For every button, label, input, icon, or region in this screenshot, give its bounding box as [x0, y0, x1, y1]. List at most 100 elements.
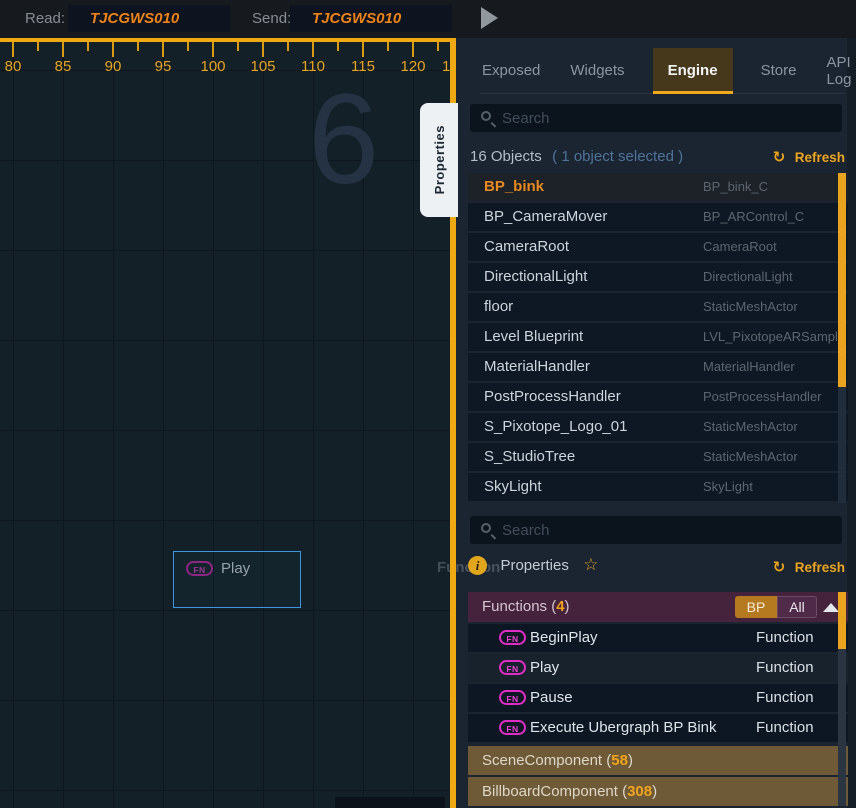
fn-badge-icon: FN [499, 690, 526, 705]
tab-widgets[interactable]: Widgets [568, 48, 626, 93]
properties-scrollbar-thumb[interactable] [838, 592, 846, 649]
tab-exposed[interactable]: Exposed [480, 48, 542, 93]
watermark-digit: 6 [308, 76, 379, 204]
billboardcomponent-section-header[interactable]: BillboardComponent (308) [468, 777, 848, 806]
object-class: LVL_PixotopeARSample.. [703, 329, 843, 344]
object-name: floor [484, 298, 513, 315]
filter-all-button[interactable]: All [777, 596, 817, 618]
fn-badge-icon: FN [499, 660, 526, 675]
tab-engine[interactable]: Engine [653, 48, 733, 93]
read-input[interactable] [68, 5, 230, 32]
object-name: PostProcessHandler [484, 388, 621, 405]
function-type: Function [756, 689, 814, 706]
scenecomponent-section-header[interactable]: SceneComponent (58) [468, 746, 848, 775]
info-icon[interactable]: i [468, 556, 487, 575]
star-icon[interactable]: ☆ [583, 555, 598, 575]
tab-api-log[interactable]: API Log [824, 48, 853, 93]
objects-scrollbar[interactable] [838, 173, 846, 503]
properties-side-tab-label: Properties [432, 125, 447, 194]
object-row[interactable]: floor StaticMeshActor [468, 293, 848, 321]
section-title: SceneComponent (58) [482, 752, 633, 769]
function-type: Function [756, 659, 814, 676]
function-name: Execute Ubergraph BP Bink [530, 719, 717, 736]
object-name: S_Pixotope_Logo_01 [484, 418, 627, 435]
canvas-bottom-shape [335, 797, 445, 808]
functions-list: FN BeginPlay Function FN Play Function F… [468, 624, 848, 744]
function-name: Pause [530, 689, 573, 706]
function-row[interactable]: FN Play Function [468, 654, 848, 682]
functions-section-header[interactable]: Functions (4) BP All [468, 592, 848, 622]
objects-count: 16 Objects [470, 148, 542, 165]
function-name: BeginPlay [530, 629, 598, 646]
tab-store[interactable]: Store [759, 48, 799, 93]
ruler-label: 100 [200, 58, 225, 75]
properties-side-tab[interactable]: Properties [420, 103, 458, 217]
ruler-label: 105 [250, 58, 275, 75]
viewport-canvas[interactable]: 80 85 90 95 100 105 110 115 120 1 6 FN P… [0, 42, 450, 808]
object-name: Level Blueprint [484, 328, 583, 345]
objects-scrollbar-thumb[interactable] [838, 173, 846, 387]
function-row[interactable]: FN Pause Function [468, 684, 848, 712]
object-row[interactable]: MaterialHandler MaterialHandler [468, 353, 848, 381]
object-row[interactable]: S_StudioTree StaticMeshActor [468, 443, 848, 471]
collapse-arrow-icon[interactable] [823, 603, 839, 612]
search-icon [481, 111, 491, 121]
object-row[interactable]: BP_CameraMover BP_ARControl_C [468, 203, 848, 231]
engine-panel: Exposed Widgets Engine Store API Log 16 … [456, 38, 856, 808]
object-name: DirectionalLight [484, 268, 587, 285]
properties-header: i Properties ☆ ↻ Refresh [468, 555, 846, 581]
object-row[interactable]: CameraRoot CameraRoot [468, 233, 848, 261]
properties-search[interactable] [470, 516, 842, 544]
refresh-icon: ↻ [773, 148, 786, 166]
objects-refresh-button[interactable]: ↻ Refresh [773, 148, 845, 167]
object-row[interactable]: Level Blueprint LVL_PixotopeARSample.. [468, 323, 848, 351]
search-icon [481, 523, 491, 533]
send-label: Send: [252, 10, 291, 27]
object-row[interactable]: S_Pixotope_Logo_01 StaticMeshActor [468, 413, 848, 441]
object-class: StaticMeshActor [703, 419, 843, 434]
function-name: Play [530, 659, 559, 676]
refresh-label: Refresh [795, 150, 845, 165]
objects-selected-count: ( 1 object selected ) [552, 148, 683, 165]
object-row[interactable]: PostProcessHandler PostProcessHandler [468, 383, 848, 411]
canvas-play-widget[interactable]: FN Play [173, 551, 301, 608]
refresh-label: Refresh [795, 560, 845, 575]
object-class: StaticMeshActor [703, 299, 843, 314]
filter-bp-button[interactable]: BP [735, 596, 777, 618]
functions-count: 4 [556, 598, 564, 615]
viewport-border-top [0, 38, 456, 42]
object-name: MaterialHandler [484, 358, 590, 375]
object-row[interactable]: BP_bink BP_bink_C [468, 173, 848, 201]
properties-search-input[interactable] [502, 516, 832, 544]
object-row[interactable]: DirectionalLight DirectionalLight [468, 263, 848, 291]
function-row[interactable]: FN Execute Ubergraph BP Bink Function [468, 714, 848, 742]
object-class: CameraRoot [703, 239, 843, 254]
ruler-label: 80 [5, 58, 22, 75]
section-title: BillboardComponent (308) [482, 783, 657, 800]
play-icon[interactable] [481, 7, 498, 29]
object-row[interactable]: SkyLight SkyLight [468, 473, 848, 501]
ruler-label: 120 [400, 58, 425, 75]
properties-scrollbar[interactable] [838, 592, 846, 806]
objects-search[interactable] [470, 104, 842, 132]
object-class: BP_bink_C [703, 179, 843, 194]
send-input[interactable] [290, 5, 452, 32]
objects-header: 16 Objects ( 1 object selected ) ↻ Refre… [470, 148, 846, 170]
object-name: BP_CameraMover [484, 208, 607, 225]
properties-refresh-button[interactable]: ↻ Refresh [773, 558, 845, 577]
function-row[interactable]: FN BeginPlay Function [468, 624, 848, 652]
section-count: 58 [611, 752, 628, 769]
ruler-minor-ticks [0, 42, 450, 51]
read-label: Read: [25, 10, 65, 27]
functions-title: Functions (4) [482, 598, 570, 615]
object-class: StaticMeshActor [703, 449, 843, 464]
objects-search-input[interactable] [502, 104, 832, 132]
canvas-play-label: Play [221, 560, 250, 577]
fn-badge-icon: FN [499, 720, 526, 735]
fn-badge-icon: FN [499, 630, 526, 645]
properties-title: Properties [500, 557, 568, 574]
panel-tabs: Exposed Widgets Engine Store API Log [480, 48, 846, 94]
object-class: BP_ARControl_C [703, 209, 843, 224]
object-name: S_StudioTree [484, 448, 575, 465]
ruler-label-clipped: 1 [442, 58, 450, 75]
